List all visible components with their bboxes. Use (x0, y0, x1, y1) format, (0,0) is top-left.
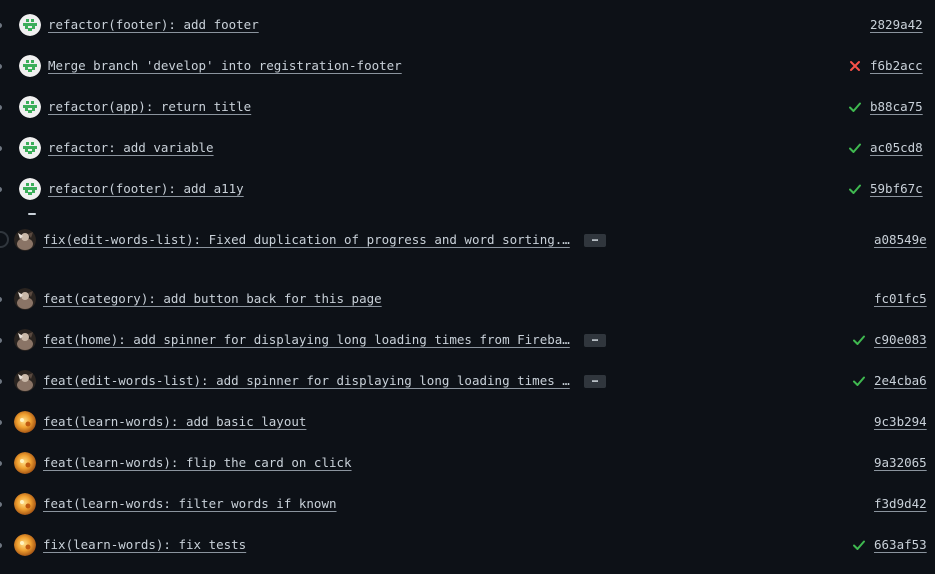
author-avatar[interactable] (19, 137, 41, 159)
commit-message-link[interactable]: fix(edit-words-list): Fixed duplication … (43, 232, 570, 247)
commit-list: refactor(footer): add footer 2829a42 Merge… (0, 0, 935, 574)
commit-row: refactor(app): return title b88ca75 (0, 92, 935, 122)
commit-row: fix(edit-words-list): Fixed duplication … (0, 225, 935, 255)
commit-message-link[interactable]: refactor: add variable (48, 140, 214, 155)
author-avatar[interactable] (14, 370, 36, 392)
commit-message-link[interactable]: feat(learn-words): flip the card on clic… (43, 455, 352, 470)
commit-message-link[interactable]: refactor(footer): add a11y (48, 181, 244, 196)
commit-message-link[interactable]: refactor(footer): add footer (48, 17, 259, 32)
author-avatar[interactable] (14, 534, 36, 556)
commit-row: refactor(footer): add footer 2829a42 (0, 10, 935, 40)
author-avatar[interactable] (14, 288, 36, 310)
commit-message-link[interactable]: Merge branch 'develop' into registration… (48, 58, 402, 73)
graph-node (0, 64, 2, 69)
commit-message-link[interactable]: refactor(app): return title (48, 99, 251, 114)
commit-sha-link[interactable]: 2829a42 (870, 17, 923, 32)
commit-message-link[interactable]: feat(category): add button back for this… (43, 291, 382, 306)
commit-sha-link[interactable]: 59bf67c (870, 181, 923, 196)
check-icon[interactable] (848, 100, 862, 114)
author-avatar[interactable] (19, 55, 41, 77)
graph-node (0, 461, 2, 466)
commit-row: feat(category): add button back for this… (0, 284, 935, 314)
author-avatar[interactable] (19, 14, 41, 36)
x-icon[interactable] (848, 59, 862, 73)
commit-sha-link[interactable]: 2e4cba6 (874, 373, 927, 388)
commit-sha-link[interactable]: a08549e (874, 232, 927, 247)
graph-node (0, 231, 9, 248)
author-avatar[interactable] (14, 452, 36, 474)
commit-message-link[interactable]: feat(edit-words-list): add spinner for d… (43, 373, 570, 388)
graph-node (0, 338, 2, 343)
commit-row: refactor: add variable ac05cd8 (0, 133, 935, 163)
author-avatar[interactable] (19, 178, 41, 200)
commit-sha-link[interactable]: fc01fc5 (874, 291, 927, 306)
author-avatar[interactable] (14, 493, 36, 515)
commit-row: feat(home): add spinner for displaying l… (0, 325, 935, 355)
commit-row: fix(learn-words): fix tests 663af53 (0, 530, 935, 560)
expand-message-button[interactable]: … (584, 334, 606, 347)
commit-row: feat(learn-words: filter words if known f… (0, 489, 935, 519)
commit-sha-link[interactable]: 663af53 (874, 537, 927, 552)
commit-message-link[interactable]: feat(home): add spinner for displaying l… (43, 332, 570, 347)
graph-node (0, 379, 2, 384)
expand-message-button[interactable]: … (584, 234, 606, 247)
expand-message-button[interactable]: … (584, 375, 606, 388)
commit-sha-link[interactable]: f3d9d42 (874, 496, 927, 511)
graph-node (0, 420, 2, 425)
commit-row: Merge branch 'develop' into registration… (0, 51, 935, 81)
check-icon[interactable] (852, 333, 866, 347)
graph-node (0, 297, 2, 302)
commit-row: refactor(footer): add a11y 59bf67c (0, 174, 935, 204)
check-icon[interactable] (848, 141, 862, 155)
commit-sha-link[interactable]: ac05cd8 (870, 140, 923, 155)
commit-sha-link[interactable]: 9c3b294 (874, 414, 927, 429)
commit-row: feat(learn-words): add basic layout 9c3b2… (0, 407, 935, 437)
check-icon[interactable] (852, 538, 866, 552)
author-avatar[interactable] (19, 96, 41, 118)
commit-sha-link[interactable]: c90e083 (874, 332, 927, 347)
author-avatar[interactable] (14, 329, 36, 351)
graph-node (0, 543, 2, 548)
check-icon[interactable] (852, 374, 866, 388)
author-avatar[interactable] (14, 229, 36, 251)
graph-node (0, 146, 2, 151)
commit-sha-link[interactable]: f6b2acc (870, 58, 923, 73)
graph-node (0, 23, 2, 28)
commit-row: feat(edit-words-list): add spinner for d… (0, 366, 935, 396)
commit-message-link[interactable]: feat(learn-words: filter words if known (43, 496, 337, 511)
graph-separator (28, 213, 36, 215)
commit-message-link[interactable]: feat(learn-words): add basic layout (43, 414, 306, 429)
commit-sha-link[interactable]: 9a32065 (874, 455, 927, 470)
graph-node (0, 105, 2, 110)
commit-sha-link[interactable]: b88ca75 (870, 99, 923, 114)
graph-node (0, 502, 2, 507)
commit-message-link[interactable]: fix(learn-words): fix tests (43, 537, 246, 552)
graph-node (0, 187, 2, 192)
author-avatar[interactable] (14, 411, 36, 433)
commit-row: feat(learn-words): flip the card on clic… (0, 448, 935, 478)
check-icon[interactable] (848, 182, 862, 196)
